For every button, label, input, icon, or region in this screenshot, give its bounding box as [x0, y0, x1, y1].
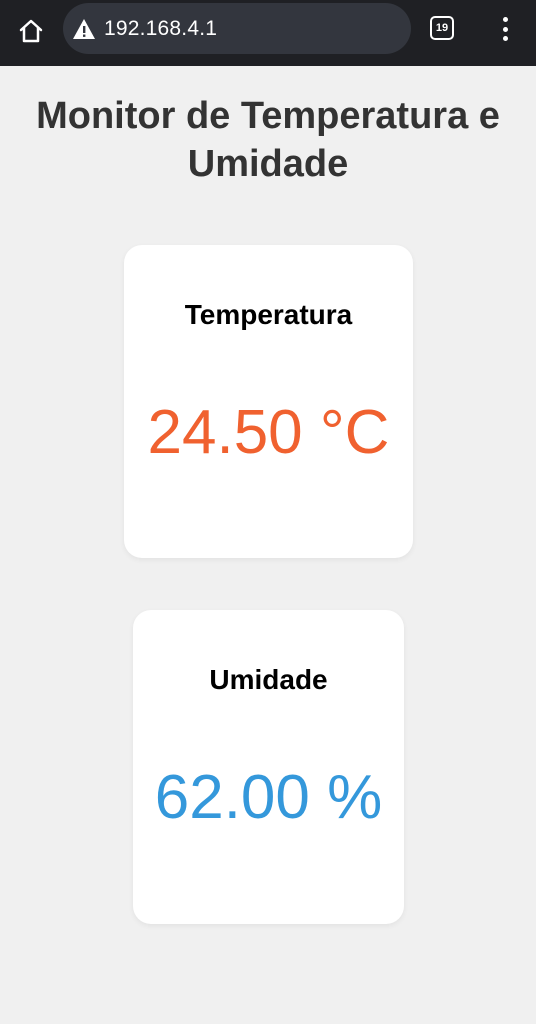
home-icon[interactable]: [14, 14, 48, 48]
humidity-card: Umidade 62.00 %: [133, 610, 404, 924]
url-text[interactable]: 192.168.4.1: [104, 16, 217, 42]
tabs-icon[interactable]: 19: [430, 16, 454, 40]
humidity-value: 62.00 %: [154, 763, 383, 832]
tab-count: 19: [435, 21, 449, 34]
temperature-value: 24.50 °C: [147, 398, 390, 467]
address-bar[interactable]: 192.168.4.1: [63, 3, 411, 54]
temperature-label: Temperatura: [184, 299, 353, 330]
menu-dot: [502, 26, 508, 32]
menu-dot: [502, 17, 508, 22]
humidity-label: Umidade: [209, 664, 328, 695]
more-vert-icon[interactable]: [493, 14, 517, 44]
temperature-card: Temperatura 24.50 °C: [124, 245, 413, 558]
browser-toolbar: 192.168.4.1 19: [0, 0, 536, 66]
menu-dot: [502, 36, 508, 41]
page-title: Monitor de Temperatura e Umidade: [36, 95, 500, 185]
warning-icon[interactable]: [72, 18, 96, 40]
